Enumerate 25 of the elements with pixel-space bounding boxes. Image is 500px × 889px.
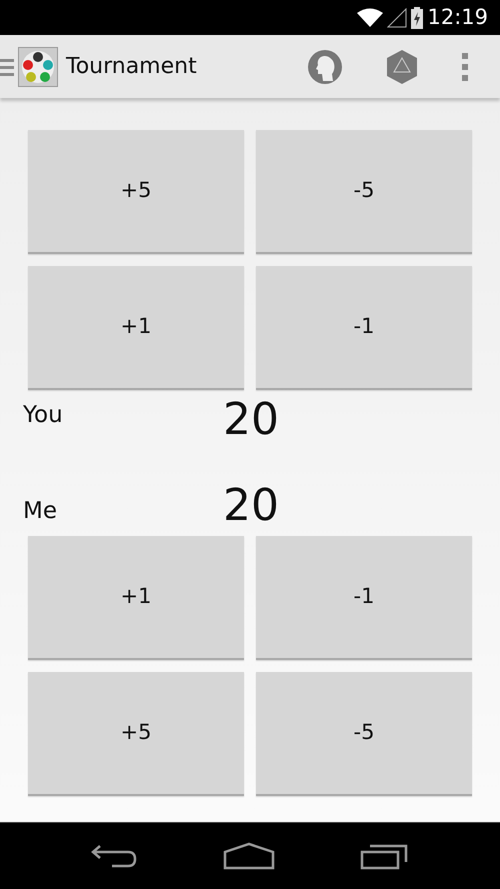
adjust-button[interactable]: +5 (28, 672, 244, 796)
life-total: 20 (223, 484, 279, 528)
head-profile-icon[interactable] (308, 50, 342, 84)
adjust-button[interactable]: +1 (28, 266, 244, 390)
menu-icon[interactable] (0, 56, 14, 76)
home-icon[interactable] (222, 842, 275, 870)
app-title: Tournament (66, 53, 197, 81)
adjust-button[interactable]: +5 (28, 130, 244, 254)
app-logo-icon[interactable] (18, 46, 58, 86)
adjust-button[interactable]: +1 (28, 536, 244, 660)
dice-icon[interactable] (386, 50, 418, 84)
wifi-icon (357, 8, 384, 28)
back-icon[interactable] (90, 843, 138, 869)
player-name: Me (23, 496, 58, 526)
overflow-menu-icon[interactable] (462, 52, 468, 80)
clock-time: 12:19 (427, 4, 488, 31)
adjust-button[interactable]: -5 (256, 672, 472, 796)
adjust-button[interactable]: -1 (256, 536, 472, 660)
battery-icon (411, 6, 424, 28)
player-name: You (23, 401, 64, 430)
adjust-button[interactable]: -1 (256, 266, 472, 390)
life-total: 20 (223, 398, 279, 442)
recent-apps-icon[interactable] (360, 842, 410, 870)
adjust-button[interactable]: -5 (256, 130, 472, 254)
signal-icon (387, 8, 408, 28)
